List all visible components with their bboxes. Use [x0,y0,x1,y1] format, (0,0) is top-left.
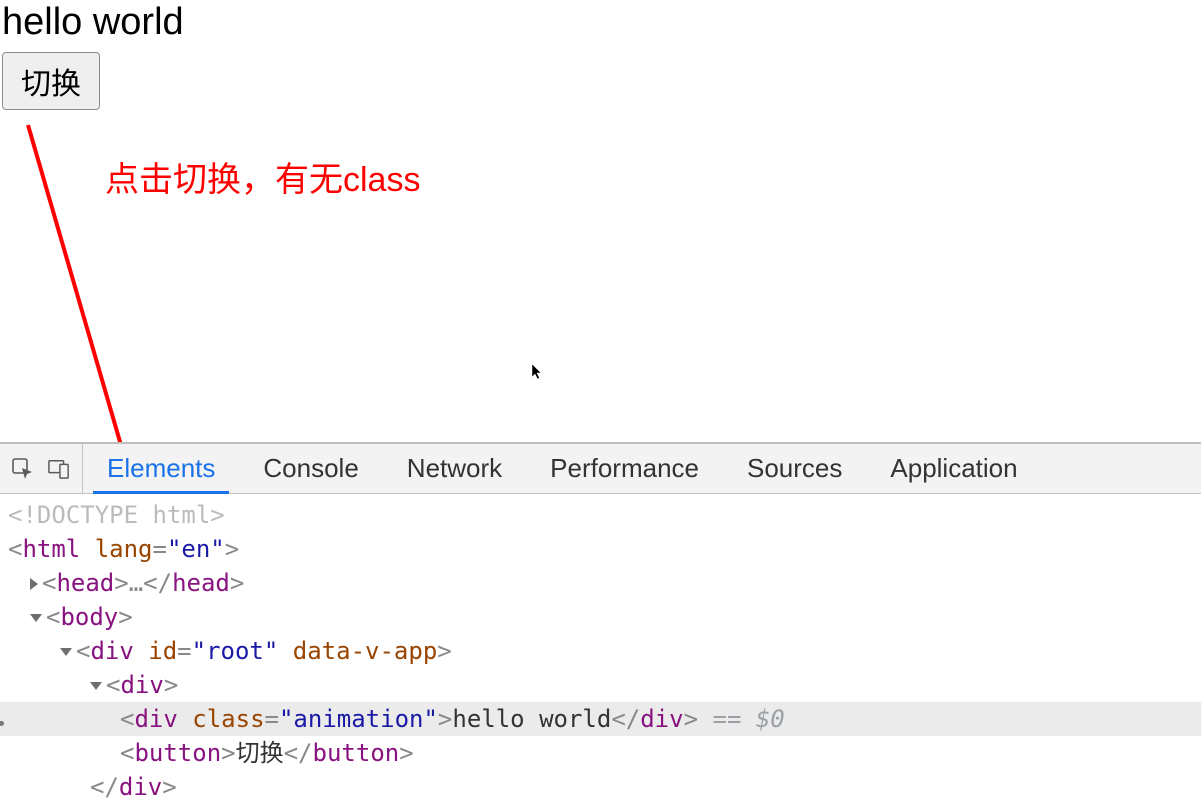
code-doctype[interactable]: <!DOCTYPE html> [0,498,1201,532]
expand-icon[interactable] [30,578,38,590]
collapse-icon[interactable] [60,648,72,656]
tab-sources[interactable]: Sources [723,444,866,493]
tab-elements[interactable]: Elements [83,444,239,493]
code-body-open[interactable]: <body> [0,600,1201,634]
collapse-icon[interactable] [30,614,42,622]
tab-console[interactable]: Console [239,444,382,493]
code-inner-div[interactable]: <div> [0,668,1201,702]
mouse-cursor-icon [531,363,545,386]
devtools-toolbar: Elements Console Network Performance Sou… [0,444,1201,494]
code-root-div[interactable]: <div id="root" data-v-app> [0,634,1201,668]
code-inner-div-close[interactable]: </div> [0,770,1201,804]
devtools-panel: Elements Console Network Performance Sou… [0,442,1201,794]
annotation-label: 点击切换，有无class [105,152,420,201]
tab-network[interactable]: Network [383,444,526,493]
hello-text: hello world [2,0,1201,46]
device-toolbar-icon[interactable] [48,458,70,480]
tab-performance[interactable]: Performance [526,444,723,493]
code-selected-node[interactable]: <div class="animation">hello world</div>… [0,702,1201,736]
collapse-icon[interactable] [90,682,102,690]
code-head[interactable]: <head>…</head> [0,566,1201,600]
inspect-element-icon[interactable] [12,458,34,480]
devtools-tabs: Elements Console Network Performance Sou… [83,444,1042,493]
tab-application[interactable]: Application [866,444,1041,493]
elements-tree[interactable]: <!DOCTYPE html> <html lang="en"> <head>…… [0,494,1201,804]
code-button-node[interactable]: <button>切换</button> [0,736,1201,770]
toggle-button[interactable]: 切换 [2,52,100,110]
code-html-open[interactable]: <html lang="en"> [0,532,1201,566]
page-content: hello world 切换 [0,0,1201,110]
devtools-icon-group [0,444,83,493]
